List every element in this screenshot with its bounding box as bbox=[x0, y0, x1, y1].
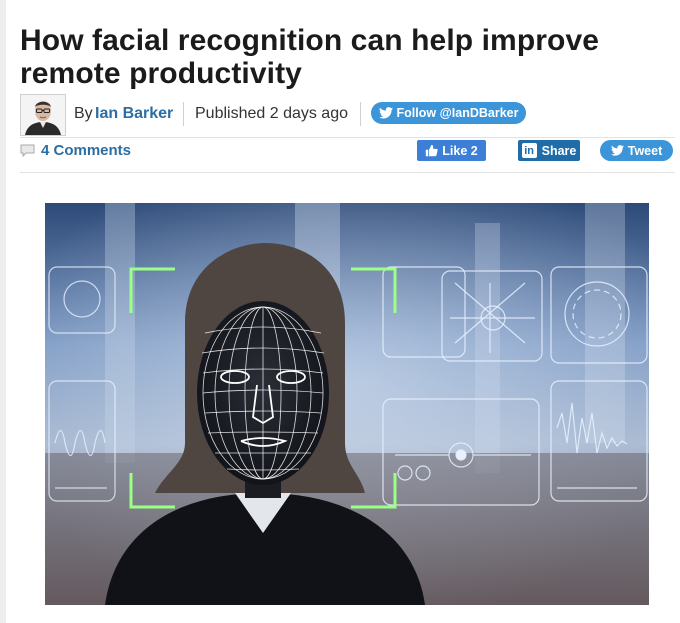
share-bar: 4 Comments Like 2 in Share Tweet bbox=[20, 140, 675, 164]
twitter-follow-button[interactable]: Follow @IanDBarker bbox=[371, 102, 526, 124]
author-avatar[interactable] bbox=[20, 94, 66, 136]
comments-count: 4 Comments bbox=[41, 142, 132, 159]
thumbs-up-icon bbox=[426, 144, 438, 157]
avatar-portrait-icon bbox=[21, 95, 65, 135]
facial-recognition-illustration bbox=[45, 203, 649, 605]
linkedin-share-button[interactable]: in Share bbox=[518, 140, 580, 161]
twitter-bird-icon bbox=[378, 107, 393, 119]
byline-divider bbox=[183, 102, 184, 126]
hero-image bbox=[45, 203, 649, 605]
published-date: Published 2 days ago bbox=[195, 105, 348, 122]
share-button-label: Share bbox=[541, 143, 577, 158]
twitter-bird-icon bbox=[610, 145, 624, 156]
facebook-like-button[interactable]: Like 2 bbox=[417, 140, 486, 161]
by-label: By bbox=[74, 105, 93, 122]
tweet-button[interactable]: Tweet bbox=[600, 140, 673, 161]
tweet-button-label: Tweet bbox=[627, 143, 663, 158]
left-edge-rule bbox=[0, 0, 6, 623]
like-button-label: Like 2 bbox=[442, 143, 478, 158]
divider bbox=[20, 172, 675, 173]
divider bbox=[20, 137, 675, 138]
byline-divider bbox=[360, 102, 361, 126]
follow-button-label: Follow @IanDBarker bbox=[396, 106, 519, 120]
author-link[interactable]: Ian Barker bbox=[95, 105, 173, 123]
byline: By Ian Barker Published 2 days ago Follo… bbox=[20, 94, 675, 136]
article-title: How facial recognition can help improve … bbox=[20, 24, 600, 90]
speech-bubble-icon bbox=[20, 144, 35, 157]
comments-link[interactable]: 4 Comments bbox=[20, 142, 131, 159]
linkedin-icon: in bbox=[521, 143, 537, 158]
